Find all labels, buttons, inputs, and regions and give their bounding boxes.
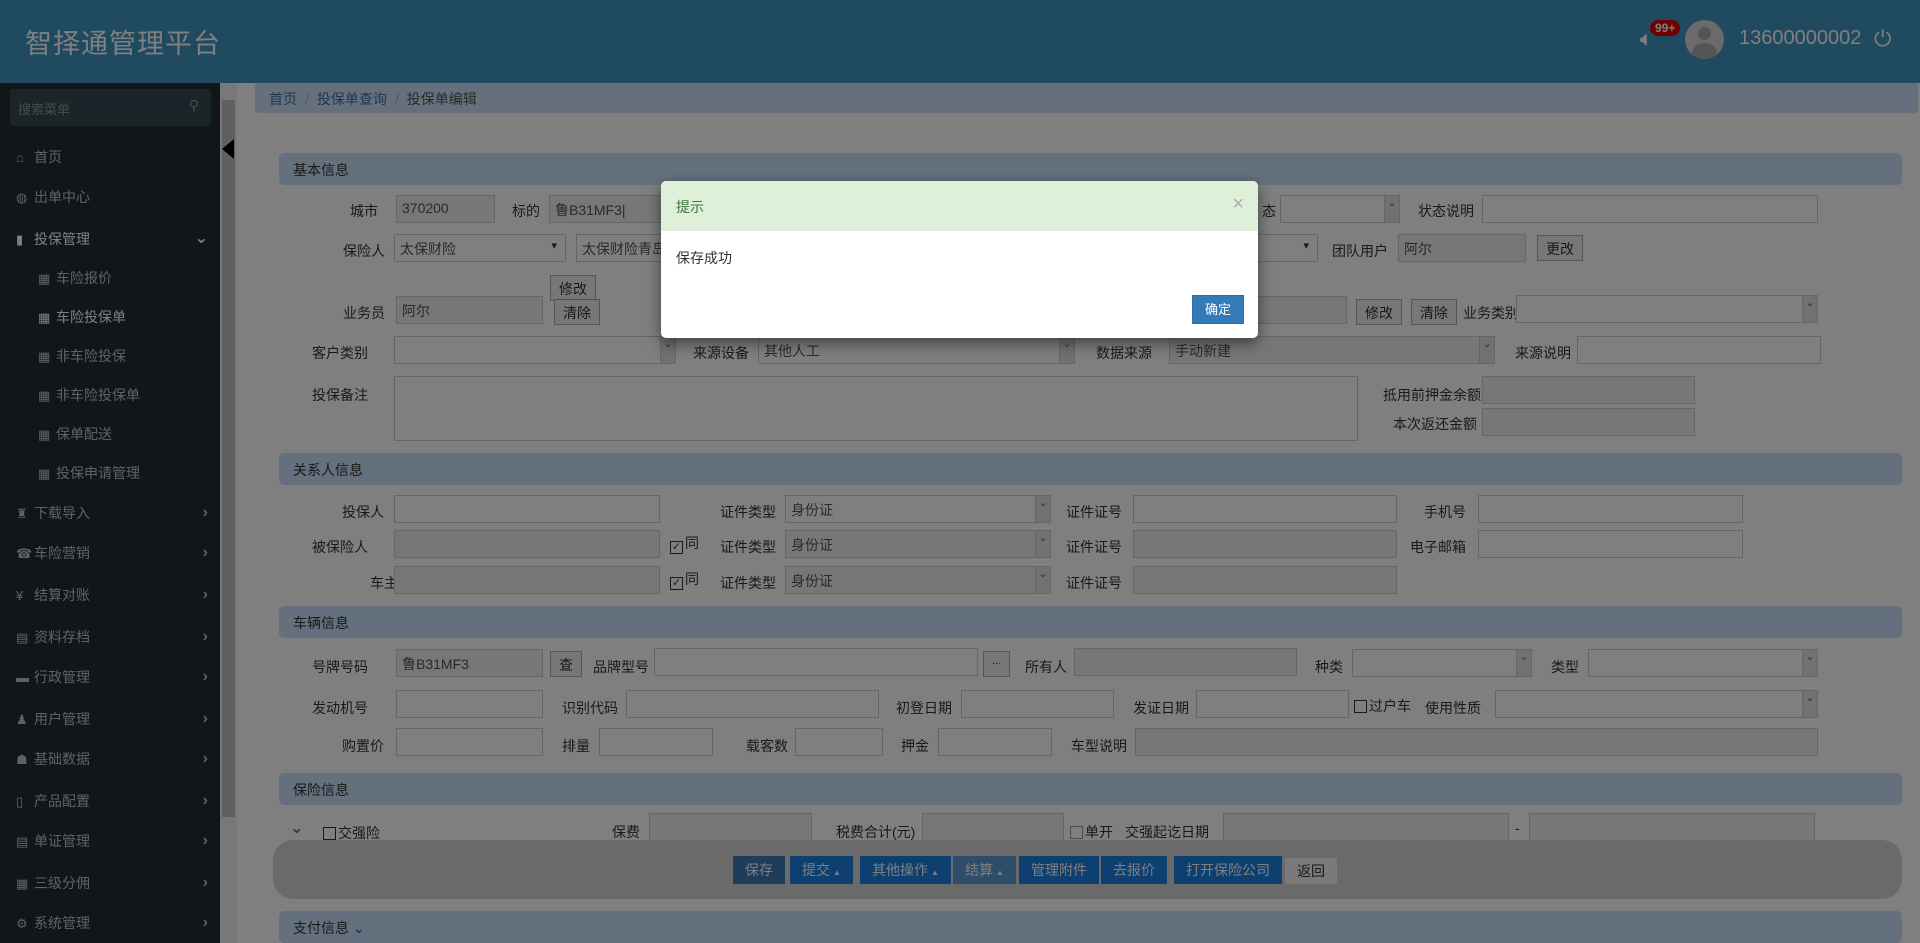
alert-dialog: 提示 × 保存成功 确定	[661, 181, 1258, 338]
dialog-header: 提示 ×	[661, 181, 1258, 231]
dialog-title: 提示	[676, 199, 704, 215]
close-icon[interactable]: ×	[1232, 193, 1244, 216]
dialog-message: 保存成功	[676, 250, 732, 266]
modal-backdrop[interactable]	[0, 0, 1920, 943]
confirm-button[interactable]: 确定	[1192, 295, 1244, 324]
